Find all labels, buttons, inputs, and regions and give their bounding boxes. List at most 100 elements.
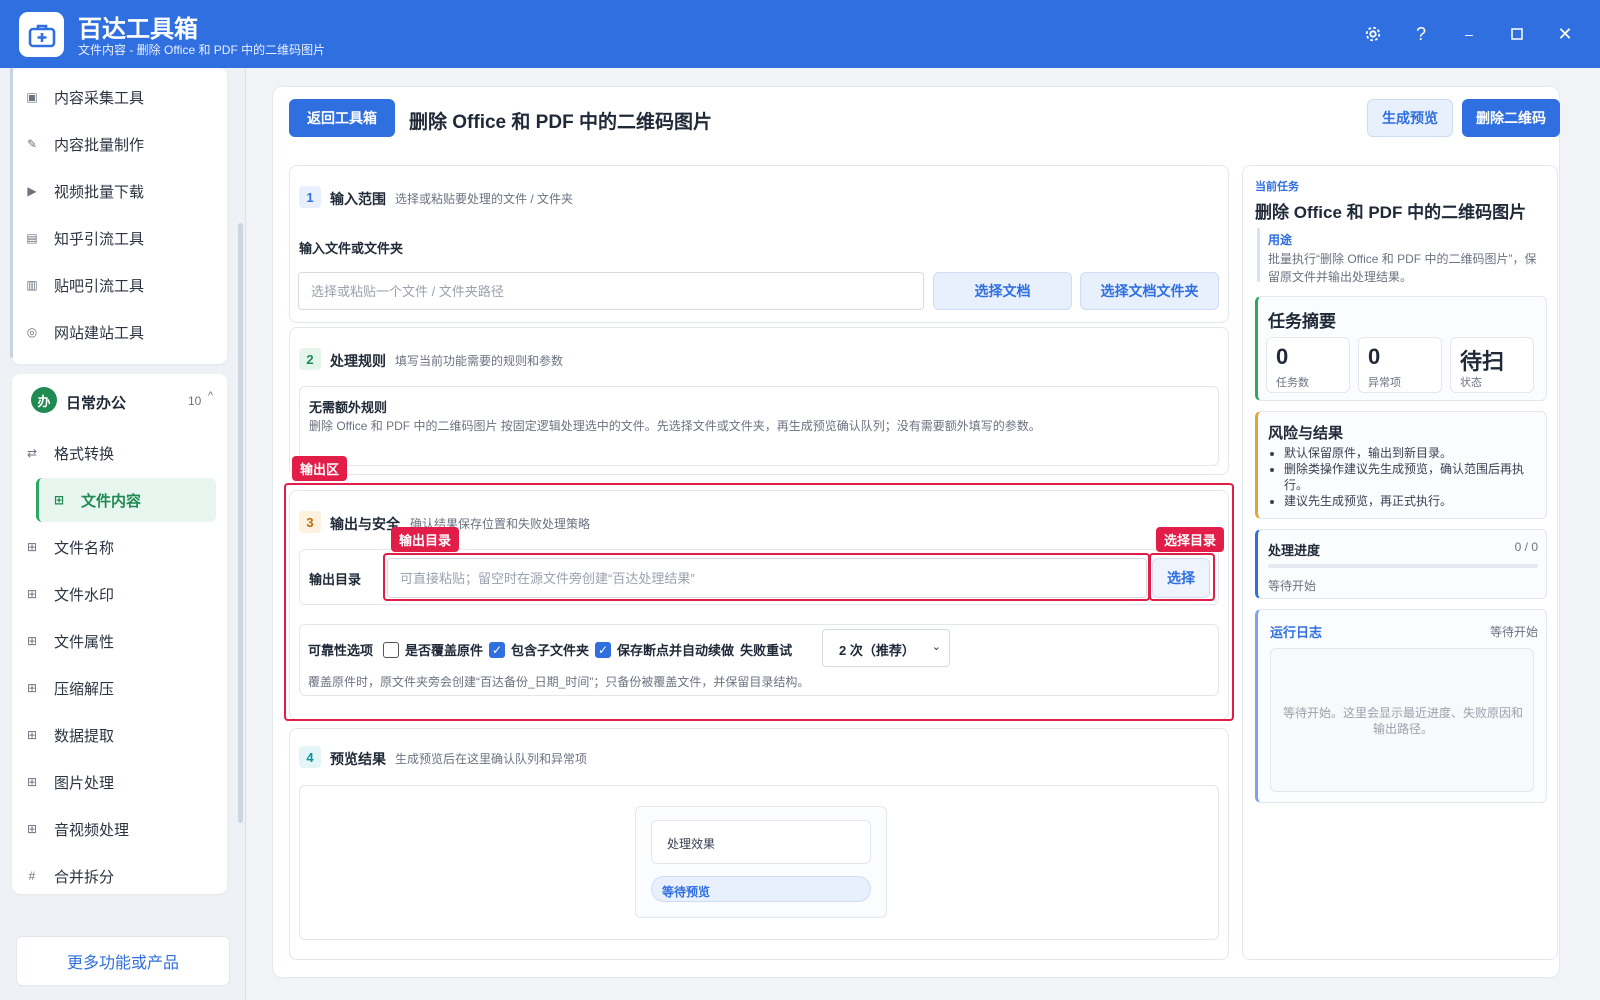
sidebar-item-av[interactable]: ⊞ 音视频处理	[24, 807, 204, 851]
grid-icon: ⊞	[26, 540, 38, 554]
log-placeholder: 等待开始。这里会显示最近进度、失败原因和输出路径。	[1282, 706, 1523, 736]
output-area-highlight	[284, 483, 1234, 721]
usage-label: 用途	[1268, 233, 1293, 247]
log-title: 运行日志	[1270, 625, 1323, 640]
step1-number: 1	[299, 186, 321, 208]
video-icon: ▶	[27, 184, 37, 198]
sidebar-item-video-download[interactable]: ▶ 视频批量下载	[24, 169, 204, 213]
choose-dir-tag: 选择目录	[1156, 527, 1225, 552]
web-icon: ◎	[26, 325, 38, 339]
minimize-icon[interactable]: –	[1454, 19, 1484, 49]
maximize-icon[interactable]	[1502, 19, 1532, 49]
choose-folder-button[interactable]: 选择文档文件夹	[1080, 272, 1219, 310]
close-icon[interactable]: ✕	[1550, 19, 1580, 49]
current-task-label: 当前任务	[1255, 181, 1299, 193]
swap-icon: ⇄	[26, 446, 38, 460]
summary-title: 任务摘要	[1268, 312, 1336, 331]
stat-status: 待扫 状态	[1450, 337, 1534, 393]
choose-document-button[interactable]: 选择文档	[933, 272, 1072, 310]
settings-gear-icon[interactable]	[1358, 19, 1388, 49]
grid-icon: ⊞	[26, 587, 38, 601]
sidebar-group-header[interactable]: 办 日常办公 10 ^	[20, 380, 220, 420]
page-title: 删除 Office 和 PDF 中的二维码图片	[409, 112, 712, 133]
progress-title: 处理进度	[1268, 543, 1321, 558]
step2-desc: 填写当前功能需要的规则和参数	[395, 354, 564, 368]
step1-title: 输入范围	[330, 191, 386, 207]
app-subtitle: 文件内容 - 删除 Office 和 PDF 中的二维码图片	[78, 43, 326, 57]
progress-count: 0 / 0	[1514, 540, 1538, 554]
sidebar-item-image[interactable]: ⊞ 图片处理	[24, 760, 204, 804]
sidebar-item-data-extract[interactable]: ⊞ 数据提取	[24, 713, 204, 757]
delete-qrcode-button[interactable]: 删除二维码	[1462, 99, 1560, 137]
sidebar-item-compress[interactable]: ⊞ 压缩解压	[24, 666, 204, 710]
task-info-panel: 当前任务 删除 Office 和 PDF 中的二维码图片 用途 批量执行“删除 …	[1242, 165, 1558, 960]
hash-icon: #	[28, 869, 36, 883]
step2-rules-section: 2 处理规则 填写当前功能需要的规则和参数 无需额外规则 删除 Office 和…	[289, 327, 1229, 475]
task-summary-card: 任务摘要 0 任务数 0 异常项 待扫 状态	[1255, 296, 1547, 401]
usage-text: 批量执行“删除 Office 和 PDF 中的二维码图片”，保留原文件并输出处理…	[1268, 252, 1537, 284]
group-label: 日常办公	[66, 395, 127, 412]
app-title: 百达工具箱	[78, 16, 198, 43]
grid-icon: ⊞	[26, 822, 38, 836]
title-bar: 百达工具箱 文件内容 - 删除 Office 和 PDF 中的二维码图片 ? –…	[0, 0, 1600, 68]
step2-title: 处理规则	[330, 353, 386, 369]
step4-preview-section: 4 预览结果 生成预览后在这里确认队列和异常项 处理效果 等待预览	[289, 728, 1229, 960]
sidebar-scrollbar[interactable]	[238, 223, 243, 823]
tieba-icon: ▥	[26, 278, 38, 292]
sidebar-item-zhihu[interactable]: ▤ 知乎引流工具	[24, 216, 204, 260]
effect-box: 处理效果	[651, 820, 871, 864]
risk-item: 删除类操作建议先生成预览，确认范围后再执行。	[1284, 461, 1539, 493]
more-products-link[interactable]: 更多功能或产品	[16, 936, 230, 986]
rule-title: 无需额外规则	[309, 400, 388, 415]
step4-title: 预览结果	[330, 751, 386, 767]
input-field-label: 输入文件或文件夹	[299, 241, 404, 256]
app-logo	[19, 12, 64, 57]
risk-title: 风险与结果	[1268, 425, 1344, 442]
sidebar-item-content-batch[interactable]: ✎ 内容批量制作	[24, 122, 204, 166]
output-dir-tag: 输出目录	[391, 527, 460, 552]
input-path-field[interactable]	[298, 272, 924, 310]
log-area[interactable]: 等待开始。这里会显示最近进度、失败原因和输出路径。	[1270, 648, 1534, 792]
sidebar-item-content-collect[interactable]: ▣ 内容采集工具	[24, 75, 204, 119]
sidebar-item-merge-split[interactable]: # 合并拆分	[24, 854, 204, 898]
step1-desc: 选择或粘贴要处理的文件 / 文件夹	[395, 192, 574, 206]
rule-desc: 删除 Office 和 PDF 中的二维码图片 按固定逻辑处理选中的文件。先选择…	[309, 419, 1041, 433]
sidebar-item-tieba[interactable]: ▥ 贴吧引流工具	[24, 263, 204, 307]
step4-number: 4	[299, 746, 321, 768]
progress-status: 等待开始	[1268, 579, 1317, 593]
back-to-toolbox-button[interactable]: 返回工具箱	[289, 99, 395, 137]
step4-desc: 生成预览后在这里确认队列和异常项	[395, 752, 588, 766]
effect-label: 处理效果	[667, 837, 716, 851]
grid-icon: ⊞	[26, 775, 38, 789]
progress-bar	[1268, 564, 1538, 568]
stat-task-count: 0 任务数	[1266, 337, 1350, 393]
help-icon[interactable]: ?	[1406, 19, 1436, 49]
sidebar-item-file-content[interactable]: ⊞ 文件内容	[36, 478, 216, 522]
generate-preview-button[interactable]: 生成预览	[1367, 99, 1453, 137]
grid-icon: ⊞	[53, 493, 65, 507]
choose-dir-highlight	[1149, 553, 1215, 601]
sidebar-item-watermark[interactable]: ⊞ 文件水印	[24, 572, 204, 616]
risk-list: 默认保留原件，输出到新目录。 删除类操作建议先生成预览，确认范围后再执行。 建议…	[1284, 445, 1539, 509]
run-log-card: 运行日志 等待开始 等待开始。这里会显示最近进度、失败原因和输出路径。	[1255, 609, 1547, 803]
pen-icon: ✎	[26, 137, 38, 151]
group-badge: 办	[31, 387, 57, 413]
preview-area: 处理效果 等待预览	[299, 785, 1219, 940]
output-dir-highlight	[383, 553, 1150, 601]
sidebar-item-properties[interactable]: ⊞ 文件属性	[24, 619, 204, 663]
doc-icon: ▣	[26, 90, 38, 104]
stat-error-count: 0 异常项	[1358, 337, 1442, 393]
chevron-up-icon: ^	[208, 390, 214, 402]
risk-item: 默认保留原件，输出到新目录。	[1284, 445, 1539, 461]
current-task-title: 删除 Office 和 PDF 中的二维码图片	[1255, 203, 1527, 222]
risk-card: 风险与结果 默认保留原件，输出到新目录。 删除类操作建议先生成预览，确认范围后再…	[1255, 411, 1547, 519]
sidebar: ▣ 内容采集工具 ✎ 内容批量制作 ▶ 视频批量下载 ▤ 知乎引流工具 ▥ 贴吧引流工具 …	[0, 68, 246, 1000]
sidebar-item-website[interactable]: ◎ 网站建站工具	[24, 310, 204, 354]
sidebar-item-file-name[interactable]: ⊞ 文件名称	[24, 525, 204, 569]
sidebar-item-format[interactable]: ⇄ 格式转换	[24, 431, 204, 475]
waiting-preview-badge: 等待预览	[651, 876, 871, 902]
risk-item: 建议先生成预览，再正式执行。	[1284, 493, 1539, 509]
preview-card: 处理效果 等待预览	[635, 806, 887, 918]
step2-number: 2	[299, 348, 321, 370]
rule-box: 无需额外规则 删除 Office 和 PDF 中的二维码图片 按固定逻辑处理选中…	[299, 386, 1219, 466]
